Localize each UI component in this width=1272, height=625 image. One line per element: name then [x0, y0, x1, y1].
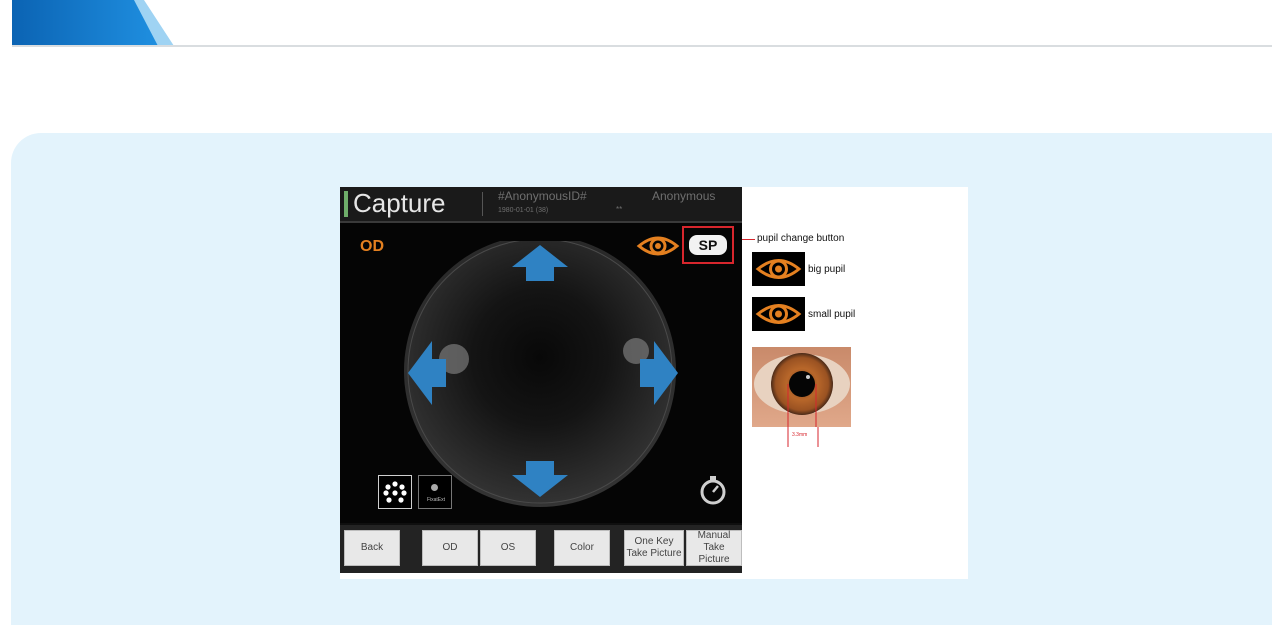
small-pupil-eye-icon	[752, 297, 805, 331]
od-button[interactable]: OD	[422, 530, 478, 566]
pupil-change-button[interactable]: SP	[689, 235, 727, 255]
fixation-pattern-button[interactable]	[378, 475, 412, 509]
bottom-toolbar: Back OD OS Color One Key Take Picture Ma…	[340, 525, 742, 573]
manual-take-picture-button[interactable]: Manual Take Picture	[686, 530, 742, 566]
color-button[interactable]: Color	[554, 530, 610, 566]
external-fixation-button[interactable]: FixatExt	[418, 475, 452, 509]
fundus-viewport: OD SP FixatExt	[340, 223, 742, 523]
patient-sex: **	[616, 205, 623, 214]
title-bar: Capture #AnonymousID# 1980-01-01 (38) **…	[340, 187, 742, 223]
patient-id: #AnonymousID#	[498, 189, 587, 203]
pupil-change-annotation: pupil change button	[757, 233, 845, 244]
capture-screen: Capture #AnonymousID# 1980-01-01 (38) **…	[340, 187, 742, 573]
fixation-dot-icon	[431, 484, 438, 491]
big-pupil-eye-icon	[752, 252, 805, 286]
header-rule	[12, 45, 1272, 47]
big-pupil-label: big pupil	[808, 264, 846, 275]
patient-name: Anonymous	[652, 189, 716, 203]
callout-line	[742, 239, 755, 240]
timer-icon[interactable]	[696, 473, 730, 507]
pupil-measurement-label: 3.3mm	[792, 432, 808, 438]
fixation-label: FixatExt	[426, 497, 446, 503]
title-accent	[344, 191, 348, 217]
back-button[interactable]: Back	[344, 530, 400, 566]
header-chevron-graphic	[12, 0, 174, 46]
title-divider	[482, 192, 483, 216]
eye-side-label: OD	[360, 238, 384, 255]
iris-photo	[752, 347, 851, 427]
small-pupil-label: small pupil	[808, 309, 856, 320]
dot-grid-icon	[383, 481, 407, 503]
one-key-take-picture-button[interactable]: One Key Take Picture	[624, 530, 684, 566]
page-title: Capture	[353, 188, 446, 218]
patient-dob: 1980-01-01 (38)	[498, 207, 549, 214]
os-button[interactable]: OS	[480, 530, 536, 566]
